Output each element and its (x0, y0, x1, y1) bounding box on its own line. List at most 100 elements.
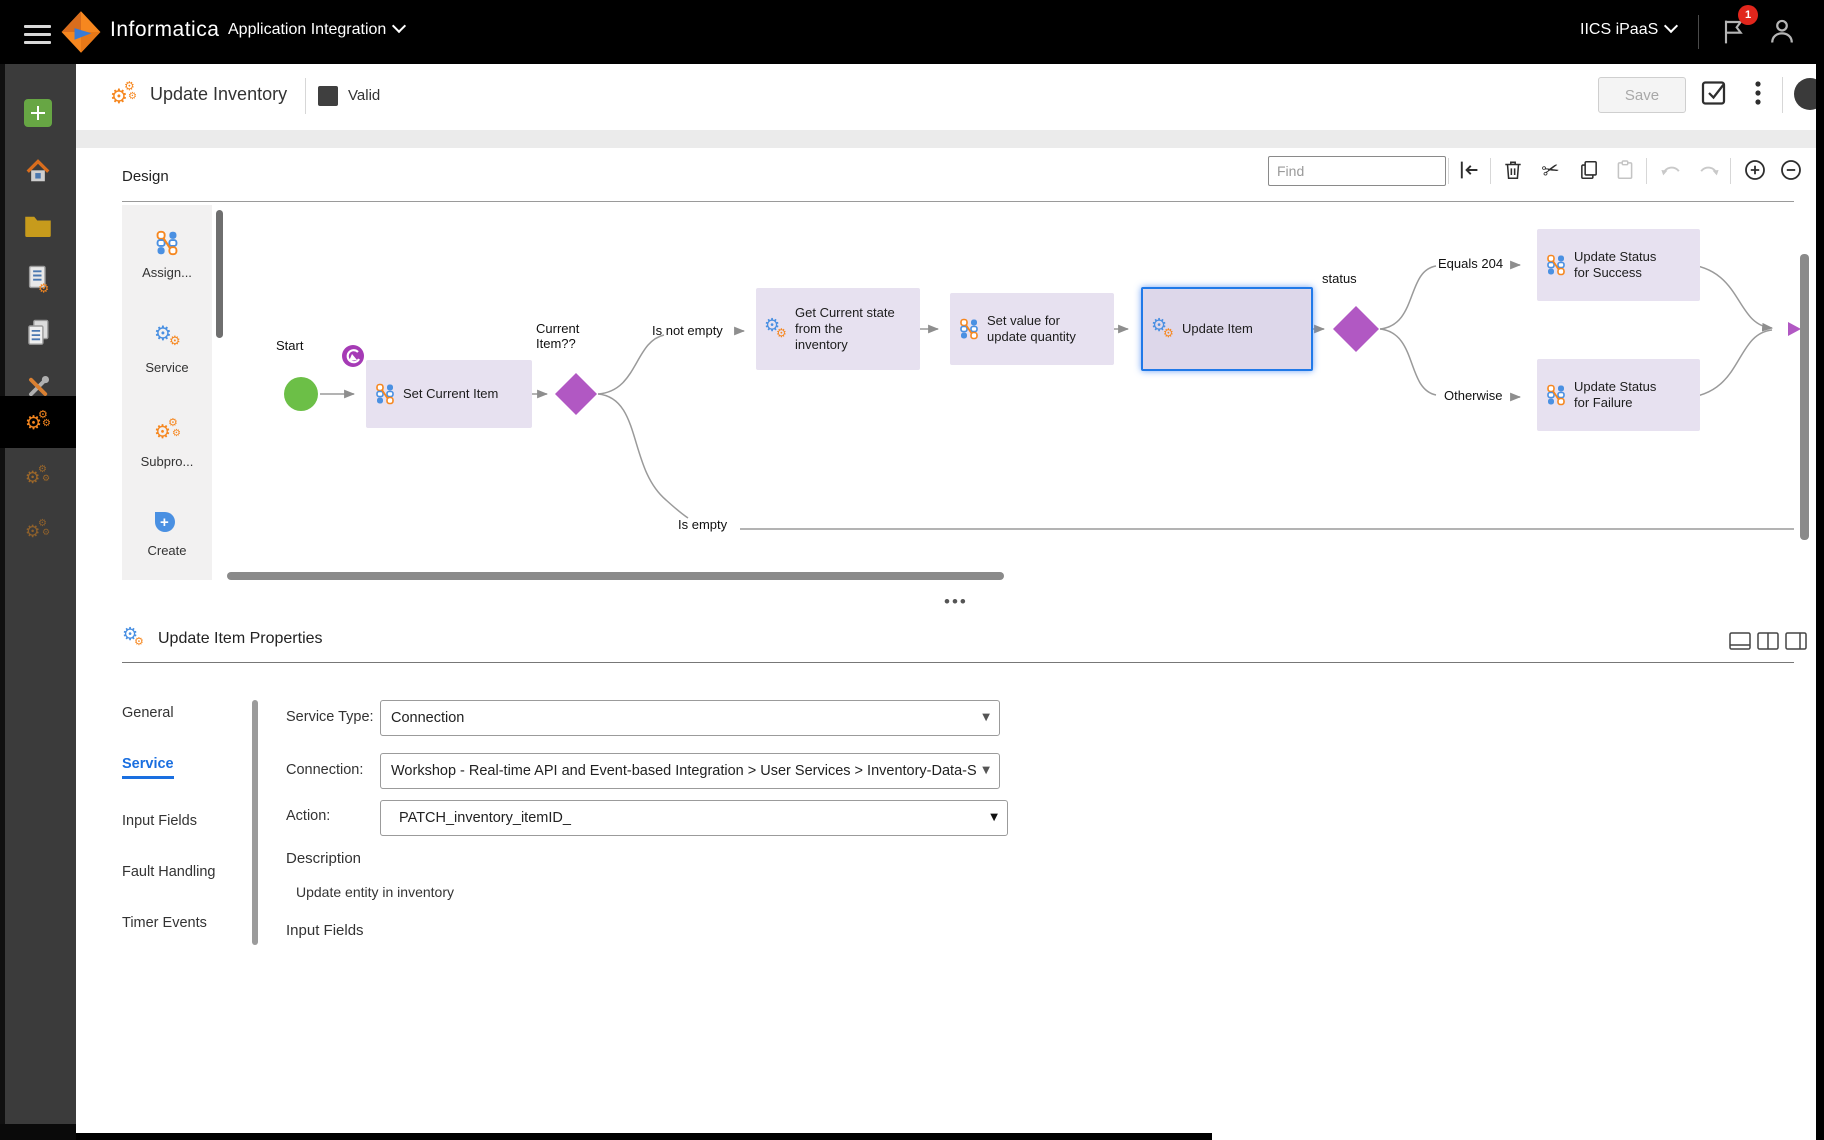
status-badge: Valid (348, 87, 380, 104)
tab-fault-handling[interactable]: Fault Handling (122, 864, 216, 880)
org-selector-label: IICS iPaaS (1580, 21, 1658, 38)
palette-item-assignment[interactable]: Assign... (122, 230, 212, 280)
service-type-select[interactable]: Connection ▼ (380, 700, 1000, 736)
properties-panel-title: Update Item Properties (158, 630, 323, 648)
tab-input-fields[interactable]: Input Fields (122, 813, 197, 829)
validate-icon[interactable] (1700, 78, 1730, 108)
edge-label-is-not-empty: Is not empty (652, 324, 723, 339)
layout-side-panel-icon[interactable] (1785, 632, 1807, 650)
gateway-label-line1: Current (536, 322, 579, 337)
page-title: Update Inventory (150, 84, 287, 105)
folder-icon (23, 212, 53, 238)
start-node[interactable] (284, 377, 318, 411)
node-label: Get Current state from the inventory (795, 305, 895, 354)
design-header-rule (122, 201, 1794, 202)
paste-icon (1614, 159, 1636, 181)
chevron-down-icon: ▼ (990, 812, 998, 823)
connection-label: Connection: (286, 762, 363, 778)
copy-button[interactable] (1576, 157, 1602, 183)
palette-item-label: Service (122, 360, 212, 375)
design-toolbar-divider (1448, 158, 1449, 184)
left-nav-sidebar: ⚙ ⚙ ⚙ ⚙ ⚙ ⚙ ⚙ ⚙ ⚙ ⚙ (0, 64, 76, 1140)
notification-count: 1 (1745, 9, 1751, 21)
kebab-menu-icon[interactable] (1754, 79, 1762, 109)
svg-text:⚙: ⚙ (38, 280, 49, 294)
step-palette: Assign... ⚙ ⚙ Service ⚙ ⚙ ⚙ Subpro... + … (122, 205, 212, 580)
canvas-vertical-scrollbar[interactable] (1800, 254, 1809, 540)
notification-badge: 1 (1738, 5, 1758, 25)
layout-split-icon[interactable] (1757, 632, 1779, 650)
tab-general[interactable]: General (122, 705, 174, 721)
sidebar-item-processes-active[interactable]: ⚙ ⚙ ⚙ (0, 396, 76, 448)
paste-button[interactable] (1612, 157, 1638, 183)
gateway-current-item[interactable] (555, 373, 597, 415)
zoom-out-button[interactable] (1778, 157, 1804, 183)
palette-item-label: Assign... (122, 265, 212, 280)
undo-button[interactable] (1658, 157, 1684, 183)
sidebar-item-connections[interactable]: ⚙ ⚙ ⚙ (0, 508, 76, 554)
node-label: Update Status for Failure (1574, 379, 1669, 412)
palette-item-create[interactable]: + Create (122, 510, 212, 558)
redo-button[interactable] (1696, 157, 1722, 183)
trash-icon (1502, 159, 1524, 181)
plus-icon (23, 98, 53, 128)
subprocess-icon: ⚙ ⚙ ⚙ (152, 417, 182, 445)
palette-scrollbar[interactable] (216, 210, 223, 338)
sidebar-item-assets[interactable] (0, 310, 76, 356)
action-select[interactable]: PATCH_inventory_itemID_ ▼ (380, 800, 1008, 836)
layout-maximize-icon[interactable] (1729, 632, 1751, 650)
node-update-item[interactable]: ⚙⚙ Update Item (1141, 287, 1313, 371)
chevron-down-icon: ▼ (982, 712, 990, 723)
assignment-icon (958, 318, 980, 340)
tab-service[interactable]: Service (122, 756, 174, 779)
tab-timer-events[interactable]: Timer Events (122, 915, 207, 931)
design-toolbar-divider (1646, 158, 1647, 184)
service-switcher[interactable]: Application Integration (228, 21, 404, 39)
edge-label-equals-204: Equals 204 (1438, 257, 1503, 272)
cut-button[interactable]: ✂ (1538, 157, 1564, 183)
action-label: Action: (286, 808, 330, 824)
node-update-status-success[interactable]: Update Status for Success (1537, 229, 1700, 301)
toolbar-separator (76, 130, 1824, 148)
undo-icon (1659, 159, 1683, 181)
design-toolbar-divider (1730, 158, 1731, 184)
org-selector[interactable]: IICS iPaaS (1580, 21, 1676, 39)
zoom-in-icon (1743, 158, 1767, 182)
node-label: Update Status for Success (1574, 249, 1669, 282)
palette-item-label: Create (122, 543, 212, 558)
service-switcher-label: Application Integration (228, 21, 386, 38)
palette-item-subprocess[interactable]: ⚙ ⚙ ⚙ Subpro... (122, 417, 212, 469)
node-get-current-state[interactable]: ⚙⚙ Get Current state from the inventory (756, 288, 920, 370)
toolbar-divider (1782, 77, 1783, 113)
node-set-current-item[interactable]: Set Current Item (366, 360, 532, 428)
sidebar-item-home[interactable] (0, 148, 76, 194)
find-input[interactable] (1268, 156, 1446, 186)
service-type-value: Connection (391, 710, 464, 726)
home-icon (24, 158, 52, 184)
jump-to-start-icon (1457, 159, 1481, 181)
tabs-scrollbar[interactable] (252, 700, 258, 945)
user-icon[interactable] (1768, 17, 1796, 47)
connection-select[interactable]: Workshop - Real-time API and Event-based… (380, 753, 1000, 789)
node-set-value[interactable]: Set value for update quantity (950, 293, 1114, 365)
panel-splitter-handle[interactable]: ••• (944, 592, 968, 612)
node-update-status-failure[interactable]: Update Status for Failure (1537, 359, 1700, 431)
edge-label-otherwise: Otherwise (1444, 389, 1503, 404)
delete-button[interactable] (1500, 157, 1526, 183)
document-gear-icon: ⚙ (24, 264, 52, 294)
gears-icon: ⚙ ⚙ ⚙ (25, 464, 51, 490)
hamburger-menu-icon[interactable] (24, 20, 51, 49)
sidebar-item-explore[interactable] (0, 202, 76, 248)
sidebar-item-metadata[interactable]: ⚙ (0, 256, 76, 302)
palette-item-service[interactable]: ⚙ ⚙ Service (122, 323, 212, 375)
jump-to-start-button[interactable] (1456, 157, 1482, 183)
window-bottom-edge (0, 1133, 1212, 1140)
canvas-horizontal-scrollbar[interactable] (227, 572, 1004, 580)
zoom-out-icon (1779, 158, 1803, 182)
new-asset-button[interactable] (0, 90, 76, 136)
assignment-icon (374, 383, 396, 405)
zoom-in-button[interactable] (1742, 157, 1768, 183)
gateway-status[interactable] (1333, 306, 1379, 352)
save-button[interactable]: Save (1598, 77, 1686, 113)
sidebar-item-process-objects[interactable]: ⚙ ⚙ ⚙ (0, 454, 76, 500)
